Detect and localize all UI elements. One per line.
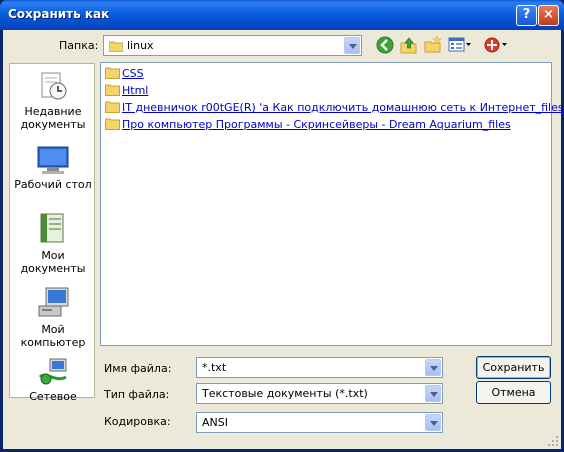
help-button[interactable]: ? [516,5,537,26]
filetype-value: Текстовые документы (*.txt) [202,387,368,400]
folder-value: linux [127,39,154,52]
save-button[interactable]: Сохранить [476,356,551,379]
place-label: Недавние документы [20,105,86,131]
my-computer-icon [38,287,69,317]
cancel-button[interactable]: Отмена [476,381,551,404]
folder-icon [105,118,120,130]
resize-grip-icon[interactable] [547,435,559,447]
save-as-dialog: Сохранить как ? × Папка: linux Недавние … [0,0,564,452]
chevron-down-icon[interactable] [425,385,441,402]
file-list[interactable]: CSS Html IT дневничок r00tGE(R) 'а Как п… [100,62,564,346]
place-label: Мои документы [20,249,86,275]
filename-label: Имя файла: [104,362,172,375]
my-documents-icon [40,213,64,243]
chevron-down-icon[interactable] [425,359,441,376]
folder-icon [109,41,123,52]
places-bar: Недавние документы Рабочий стол Мои доку… [9,63,96,403]
folder-select[interactable]: linux [103,35,362,56]
filetype-label: Тип файла: [104,388,170,401]
title-bar[interactable]: Сохранить как ? × [0,0,564,30]
filename-input[interactable]: *.txt [196,357,443,378]
filetype-select[interactable]: Текстовые документы (*.txt) [196,383,443,404]
place-recent-documents[interactable]: Недавние документы [10,70,96,131]
encoding-label: Кодировка: [104,415,171,428]
folder-icon [105,84,120,96]
dialog-body: Папка: linux Недавние документы Рабочий … [3,30,564,449]
desktop-icon [37,146,69,174]
recent-documents-icon [41,72,67,100]
place-network[interactable]: Сетевое [10,357,96,403]
place-label: Рабочий стол [14,178,92,191]
back-icon[interactable] [375,35,395,55]
place-my-documents[interactable]: Мои документы [10,212,96,275]
new-folder-icon[interactable] [423,35,443,55]
file-name: CSS [122,67,144,80]
place-label: Мой компьютер [20,323,86,349]
close-button[interactable]: × [538,5,559,26]
chevron-down-icon[interactable] [344,37,360,54]
file-name: IT дневничок r00tGE(R) 'а Как подключить… [122,101,564,114]
folder-label: Папка: [59,39,99,52]
encoding-select[interactable]: ANSI [196,412,443,433]
filename-value: *.txt [202,361,227,374]
place-my-computer[interactable]: Мой компьютер [10,286,96,349]
place-label: Сетевое [29,390,77,403]
file-name: Про компьютер Программы - Скринсейверы -… [122,118,511,131]
network-icon [38,358,67,385]
place-desktop[interactable]: Рабочий стол [10,145,96,191]
encoding-value: ANSI [202,416,228,429]
window-title: Сохранить как [8,7,110,21]
chevron-down-icon[interactable] [425,414,441,431]
folder-icon [105,101,120,113]
up-folder-icon[interactable] [399,35,419,55]
view-menu-icon[interactable] [448,35,472,55]
file-name: Html [122,84,149,97]
folder-icon [105,67,120,79]
tools-menu-icon[interactable] [484,35,508,55]
